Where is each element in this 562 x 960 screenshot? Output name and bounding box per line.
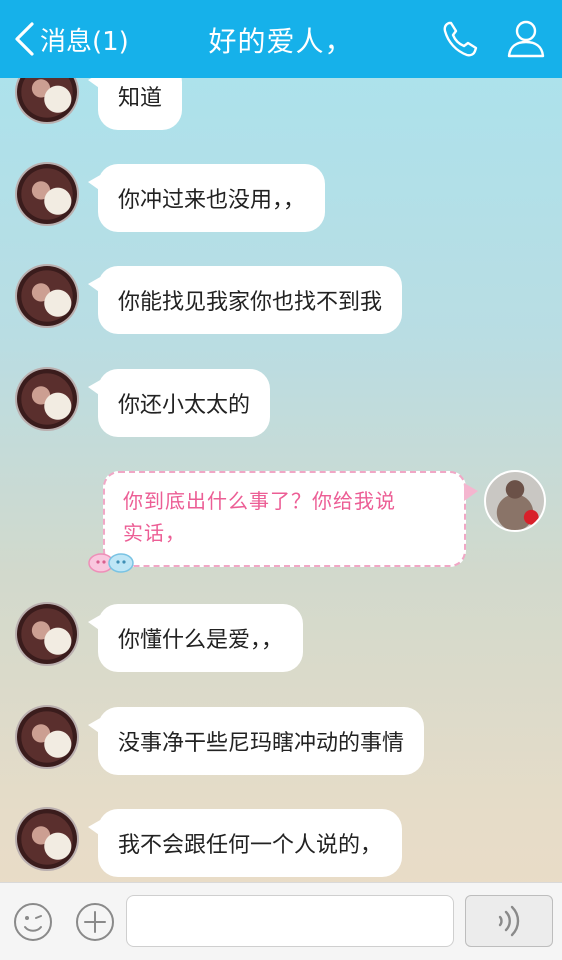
- message-row: 你懂什么是爱，，: [0, 602, 562, 672]
- message-bubble[interactable]: 你还小太太的: [87, 369, 271, 437]
- sent-message-line: 实话，: [123, 521, 186, 545]
- message-row: 我不会跟任何一个人说的，: [0, 807, 562, 877]
- voice-icon: [498, 905, 520, 937]
- top-nav-bar: 消息(1) 好的爱人，: [0, 0, 562, 78]
- message-row: 你能找见我家你也找不到我: [0, 264, 562, 334]
- profile-icon[interactable]: [506, 18, 546, 60]
- tea-cups-decoration-icon: [88, 553, 134, 573]
- message-row: 你冲过来也没用，，: [0, 162, 562, 232]
- input-bar: [0, 882, 562, 960]
- message-text: 你懂什么是爱，，: [118, 628, 284, 653]
- message-bubble[interactable]: 你冲过来也没用，，: [87, 164, 326, 232]
- contact-avatar[interactable]: [15, 162, 79, 226]
- message-bubble[interactable]: 我不会跟任何一个人说的，: [87, 809, 403, 877]
- contact-avatar[interactable]: [15, 264, 79, 328]
- emoji-icon[interactable]: [12, 901, 54, 943]
- message-input[interactable]: [126, 895, 454, 947]
- message-text: 我不会跟任何一个人说的，: [118, 833, 383, 858]
- message-row: 你还小太太的: [0, 367, 562, 437]
- phone-icon[interactable]: [440, 18, 480, 60]
- message-text: 你还小太太的: [118, 393, 251, 418]
- plus-icon[interactable]: [74, 901, 116, 943]
- contact-avatar[interactable]: [15, 705, 79, 769]
- message-text: 知道: [118, 86, 163, 111]
- message-row: 没事净干些尼玛瞎冲动的事情: [0, 705, 562, 775]
- message-bubble[interactable]: 你能找见我家你也找不到我: [87, 266, 403, 334]
- contact-avatar[interactable]: [15, 367, 79, 431]
- self-avatar[interactable]: [484, 470, 546, 532]
- message-text: 你能找见我家你也找不到我: [118, 290, 383, 315]
- sent-message-line: 你到底出什么事了？你给我说: [123, 489, 396, 513]
- voice-button[interactable]: [465, 895, 553, 947]
- message-text: 你冲过来也没用，，: [118, 188, 306, 213]
- message-bubble[interactable]: 你懂什么是爱，，: [87, 604, 304, 672]
- message-text: 没事净干些尼玛瞎冲动的事情: [118, 731, 405, 756]
- sent-message-bubble[interactable]: 你到底出什么事了？你给我说 实话，: [103, 471, 478, 567]
- contact-avatar[interactable]: [15, 602, 79, 666]
- contact-avatar[interactable]: [15, 807, 79, 871]
- message-bubble[interactable]: 没事净干些尼玛瞎冲动的事情: [87, 707, 425, 775]
